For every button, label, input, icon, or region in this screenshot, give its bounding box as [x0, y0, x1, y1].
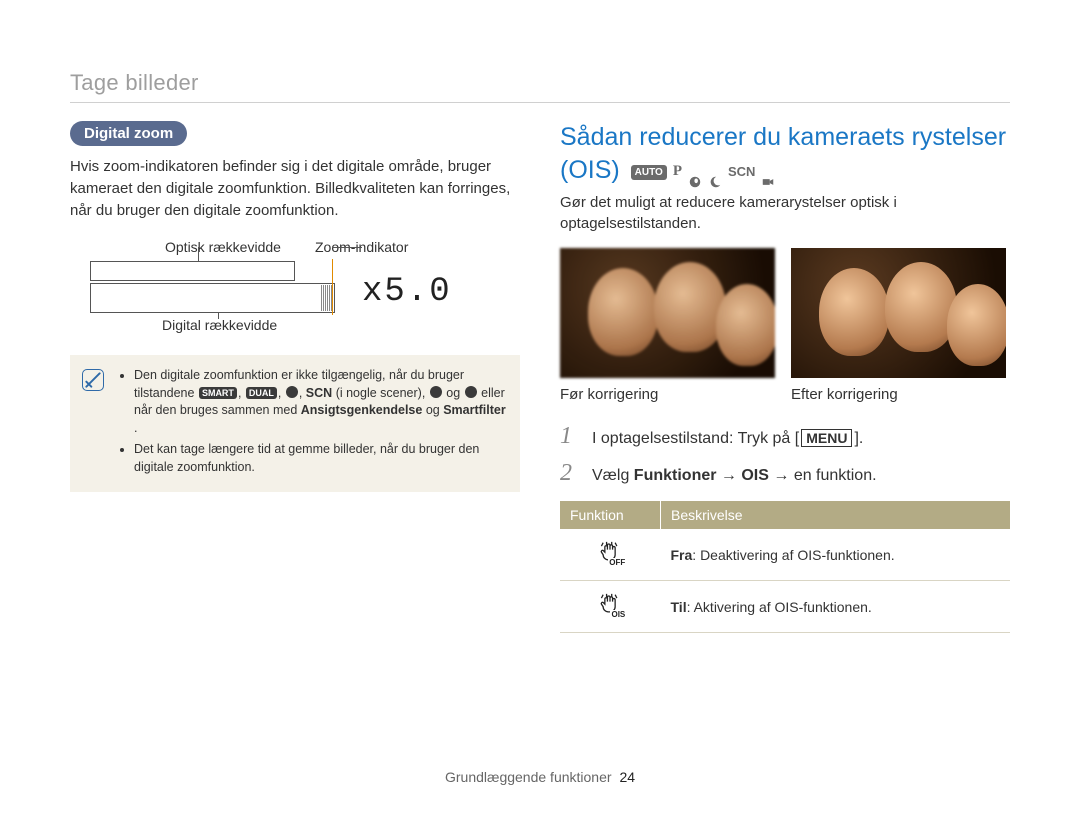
- note-text: og: [426, 403, 443, 417]
- before-photo: [560, 248, 775, 378]
- ois-off-description: Fra: Deaktivering af OIS-funktionen.: [661, 529, 1011, 581]
- mode-icon: [465, 386, 477, 398]
- scn-mode-icon: SCN: [728, 164, 755, 181]
- ois-heading-line1: Sådan reducerer du kameraets rystelser: [560, 123, 1006, 151]
- auto-mode-icon: AUTO: [631, 165, 667, 180]
- face-recognition-label: Ansigtsgenkendelse: [301, 403, 423, 417]
- ois-off-icon-cell: OFF: [560, 529, 661, 581]
- portrait-mode-icon: [688, 165, 702, 179]
- column-header-description: Beskrivelse: [661, 501, 1011, 529]
- step-text-post: ].: [854, 430, 863, 447]
- ois-on-icon-cell: OIS: [560, 581, 661, 633]
- digital-zoom-pill: Digital zoom: [70, 121, 187, 146]
- note-box: Den digitale zoomfunktion er ikke tilgæn…: [70, 355, 520, 492]
- scn-mode-label: SCN: [306, 386, 332, 400]
- mode-icons-row: AUTO P SCN: [631, 162, 776, 182]
- icon-sublabel: OFF: [608, 558, 626, 567]
- before-caption: Før korrigering: [560, 386, 775, 403]
- step-number: 1: [560, 423, 578, 450]
- ois-description: Gør det muligt at reducere kamerarystels…: [560, 192, 1010, 234]
- connector-line: [198, 247, 199, 261]
- zoom-value: x5.0: [362, 273, 452, 311]
- step-2: 2 Vælg Funktioner → OIS → en funktion.: [560, 460, 1010, 487]
- manual-page: Tage billeder Digital zoom Hvis zoom-ind…: [0, 0, 1080, 815]
- video-mode-icon: [761, 165, 775, 179]
- comparison-photos: [560, 248, 1010, 378]
- zoom-range-diagram: Optisk rækkevidde Zoom-indikator x5.0 Di…: [90, 239, 460, 339]
- after-photo: [791, 248, 1006, 378]
- ois-heading-line2: (OIS): [560, 156, 620, 184]
- column-header-function: Funktion: [560, 501, 661, 529]
- page-footer: Grundlæggende funktioner 24: [0, 769, 1080, 785]
- optical-range-bar: [90, 261, 295, 281]
- two-column-layout: Digital zoom Hvis zoom-indikatoren befin…: [70, 121, 1010, 633]
- funktioner-label: Funktioner: [634, 467, 717, 484]
- on-label: Til: [671, 599, 687, 615]
- table-row: OFF Fra: Deaktivering af OIS-funktionen.: [560, 529, 1010, 581]
- digital-zoom-description: Hvis zoom-indikatoren befinder sig i det…: [70, 156, 520, 221]
- step-1: 1 I optagelsestilstand: Tryk på [MENU].: [560, 423, 1010, 450]
- zoom-indicator-line: [332, 259, 333, 315]
- table-row: OIS Til: Aktivering af OIS-funktionen.: [560, 581, 1010, 633]
- smartfilter-label: Smartfilter: [443, 403, 506, 417]
- arrow-icon: →: [769, 467, 794, 484]
- off-description-text: : Deaktivering af OIS-funktionen.: [692, 547, 894, 563]
- step-text-post: en funktion.: [794, 467, 877, 484]
- connector-line: [332, 247, 362, 248]
- ois-options-table: Funktion Beskrivelse OFF Fra: Deaktiveri…: [560, 501, 1010, 633]
- hand-ois-icon: OIS: [596, 593, 624, 617]
- note-text: .: [134, 421, 137, 435]
- left-column: Digital zoom Hvis zoom-indikatoren befin…: [70, 121, 520, 633]
- digital-range-bar: [90, 283, 335, 313]
- dual-mode-icon: DUAL: [246, 387, 277, 399]
- arrow-icon: →: [716, 467, 741, 484]
- p-mode-icon: P: [673, 162, 682, 182]
- page-number: 24: [619, 769, 635, 785]
- step-text: I optagelsestilstand: Tryk på [MENU].: [592, 429, 863, 448]
- icon-sublabel: OIS: [610, 610, 626, 619]
- note-icon: [82, 369, 104, 391]
- step-text-pre: I optagelsestilstand: Tryk på [: [592, 430, 799, 447]
- footer-section-name: Grundlæggende funktioner: [445, 769, 612, 785]
- off-label: Fra: [671, 547, 693, 563]
- table-header-row: Funktion Beskrivelse: [560, 501, 1010, 529]
- smart-mode-icon: SMART: [199, 387, 237, 399]
- on-description-text: : Aktivering af OIS-funktionen.: [687, 599, 872, 615]
- step-text-pre: Vælg: [592, 467, 634, 484]
- step-number: 2: [560, 460, 578, 487]
- note-text: (i nogle scener),: [336, 386, 429, 400]
- step-text: Vælg Funktioner → OIS → en funktion.: [592, 467, 877, 485]
- hand-off-icon: OFF: [596, 541, 624, 565]
- note-bullet-2: Det kan tage længere tid at gemme billed…: [134, 441, 506, 476]
- ois-label: OIS: [741, 467, 769, 484]
- ois-on-description: Til: Aktivering af OIS-funktionen.: [661, 581, 1011, 633]
- header-rule: [70, 102, 1010, 103]
- ois-heading: Sådan reducerer du kameraets rystelser (…: [560, 121, 1010, 186]
- mode-icon: [286, 386, 298, 398]
- mode-icon: [430, 386, 442, 398]
- optical-range-label: Optisk rækkevidde: [165, 239, 281, 255]
- photo-captions: Før korrigering Efter korrigering: [560, 386, 1010, 403]
- section-header: Tage billeder: [70, 70, 1010, 96]
- note-bullet-1: Den digitale zoomfunktion er ikke tilgæn…: [134, 367, 506, 437]
- menu-button-icon: MENU: [801, 429, 852, 447]
- right-column: Sådan reducerer du kameraets rystelser (…: [560, 121, 1010, 633]
- digital-range-label: Digital rækkevidde: [162, 317, 277, 333]
- after-caption: Efter korrigering: [791, 386, 1006, 403]
- night-mode-icon: [708, 165, 722, 179]
